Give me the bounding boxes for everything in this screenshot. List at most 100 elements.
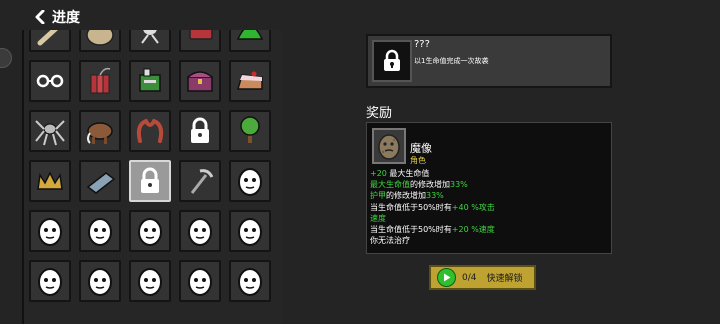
effect-text: 护甲 <box>370 191 386 201</box>
play-icon <box>437 268 456 287</box>
effect-text: 的修改增加 <box>386 191 426 201</box>
header: 进度 <box>34 6 80 28</box>
reward-type: 角色 <box>410 156 426 165</box>
bone-icon <box>32 30 68 49</box>
grid-cell[interactable] <box>229 60 271 102</box>
effect-text: 最大生命值 <box>370 180 410 190</box>
grid-cell[interactable] <box>179 160 221 202</box>
effect-text: 速度 <box>370 213 386 223</box>
quick-unlock-button[interactable]: 0/4 快速解锁 <box>429 265 536 290</box>
grid-cell[interactable] <box>29 160 71 202</box>
egg-character-icon <box>32 213 68 249</box>
cake-slice-icon <box>232 63 268 99</box>
effect-line: 护甲的修改增加33% <box>370 190 610 201</box>
reward-effects: +20 最大生命值 最大生命值的修改增加33% 护甲的修改增加33% 当生命值低于50… <box>370 168 610 246</box>
unlock-progress: 0/4 <box>462 272 477 283</box>
grid-cell[interactable] <box>229 160 271 202</box>
grid-cell[interactable] <box>29 110 71 152</box>
glasses-icon <box>32 63 68 99</box>
effect-text: 你无法治疗 <box>370 236 410 246</box>
effect-text: +40 %攻击 <box>451 202 495 212</box>
grid-cell[interactable] <box>229 30 271 52</box>
progress-grid <box>29 30 271 302</box>
egg-character-icon <box>32 263 68 299</box>
effect-text: 33% <box>450 180 468 190</box>
reward-panel: 魔像 角色 +20 最大生命值 最大生命值的修改增加33% 护甲的修改增加33% 当生… <box>366 122 612 254</box>
green-machine-icon <box>132 63 168 99</box>
side-menu-handle[interactable] <box>0 48 12 68</box>
lock-icon <box>372 40 412 82</box>
grid-cell[interactable] <box>29 60 71 102</box>
selected-item-detail: ??? 以1生命值完成一次故袭 <box>366 34 612 88</box>
grid-cell[interactable] <box>179 210 221 252</box>
grid-cell[interactable] <box>79 160 121 202</box>
sack-icon <box>82 30 118 49</box>
green-helmet-icon <box>232 30 268 49</box>
effect-text: 的修改增加 <box>410 180 450 190</box>
egg-character-icon <box>232 163 268 199</box>
grid-cell[interactable] <box>179 30 221 52</box>
progress-grid-panel[interactable] <box>22 30 282 324</box>
grid-cell[interactable] <box>179 260 221 302</box>
grid-cell[interactable] <box>129 60 171 102</box>
grid-cell[interactable] <box>179 60 221 102</box>
egg-character-icon <box>82 263 118 299</box>
reward-section-title: 奖励 <box>366 106 393 121</box>
effect-text: 当生命值低于50%时有 <box>370 225 452 235</box>
effect-text: 最大生命值 <box>386 169 430 178</box>
egg-character-icon <box>132 263 168 299</box>
grid-cell[interactable] <box>129 260 171 302</box>
effect-line: 当生命值低于50%时有+40 %攻击 <box>370 202 610 213</box>
grid-cell[interactable] <box>129 110 171 152</box>
grid-cell[interactable] <box>229 210 271 252</box>
grid-cell[interactable] <box>79 260 121 302</box>
grid-cell[interactable] <box>229 110 271 152</box>
grid-cell[interactable] <box>79 110 121 152</box>
grid-cell[interactable] <box>129 160 171 202</box>
effect-text: +20 %速度 <box>451 225 495 235</box>
effect-text: 当生命值低于50%时有 <box>370 202 452 212</box>
spider-icon <box>132 30 168 49</box>
locked-icon <box>182 113 218 149</box>
dynamite-bundle-icon <box>82 63 118 99</box>
locked-icon <box>132 163 168 199</box>
effect-text: 33% <box>426 191 444 201</box>
egg-character-icon <box>182 263 218 299</box>
egg-character-icon <box>232 213 268 249</box>
crown-icon <box>32 163 68 199</box>
unlock-label: 快速解锁 <box>486 274 523 284</box>
effect-text: +20 <box>370 169 387 178</box>
treasure-chest-icon <box>182 63 218 99</box>
tentacle-icon <box>132 113 168 149</box>
grid-cell[interactable] <box>79 210 121 252</box>
pickaxe-icon <box>182 163 218 199</box>
golem-icon <box>372 128 406 164</box>
grid-cell[interactable] <box>179 110 221 152</box>
egg-character-icon <box>232 263 268 299</box>
detail-description: 以1生命值完成一次故袭 <box>414 57 489 65</box>
back-arrow-icon[interactable] <box>34 10 46 24</box>
effect-line: 你无法治疗 <box>370 235 610 246</box>
egg-character-icon <box>182 213 218 249</box>
egg-character-icon <box>82 213 118 249</box>
effect-line: 速度 <box>370 213 610 224</box>
grid-cell[interactable] <box>29 210 71 252</box>
mammoth-icon <box>82 113 118 149</box>
grid-cell[interactable] <box>129 210 171 252</box>
grid-cell[interactable] <box>129 30 171 52</box>
grid-cell[interactable] <box>79 30 121 52</box>
dynamite-icon <box>182 30 218 49</box>
book-icon <box>82 163 118 199</box>
grid-cell[interactable] <box>29 30 71 52</box>
grid-cell[interactable] <box>229 260 271 302</box>
tree-icon <box>232 113 268 149</box>
effect-line: 最大生命值的修改增加33% <box>370 179 610 190</box>
grid-cell[interactable] <box>79 60 121 102</box>
grid-cell[interactable] <box>29 260 71 302</box>
reward-name: 魔像 <box>410 142 432 155</box>
effect-line: 当生命值低于50%时有+20 %速度 <box>370 224 610 235</box>
egg-character-icon <box>132 213 168 249</box>
page-title: 进度 <box>52 10 80 26</box>
effect-line: +20 最大生命值 <box>370 168 610 179</box>
detail-name: ??? <box>414 39 430 50</box>
